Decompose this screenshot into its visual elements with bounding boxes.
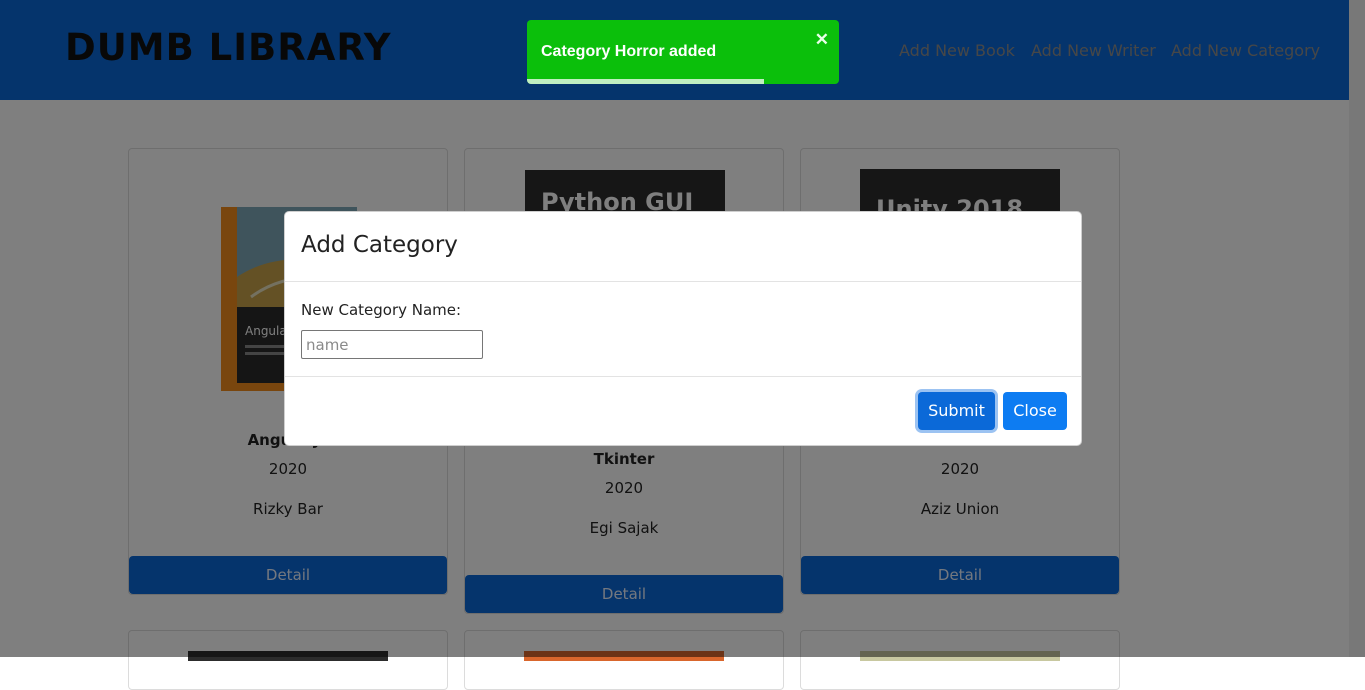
category-name-label: New Category Name: (301, 301, 462, 319)
submit-button[interactable]: Submit (918, 392, 995, 430)
modal-title: Add Category (301, 232, 458, 258)
modal-header-divider (285, 281, 1081, 282)
toast-message: Category Horror added (541, 43, 717, 60)
modal-footer-divider (285, 376, 1081, 377)
close-icon[interactable]: ✕ (815, 30, 829, 50)
toast-progress-bar (527, 79, 765, 84)
close-button[interactable]: Close (1003, 392, 1067, 430)
category-name-input[interactable] (301, 330, 483, 359)
add-category-modal: Add Category New Category Name: Submit C… (284, 211, 1082, 446)
success-toast: Category Horror added ✕ (527, 20, 839, 84)
